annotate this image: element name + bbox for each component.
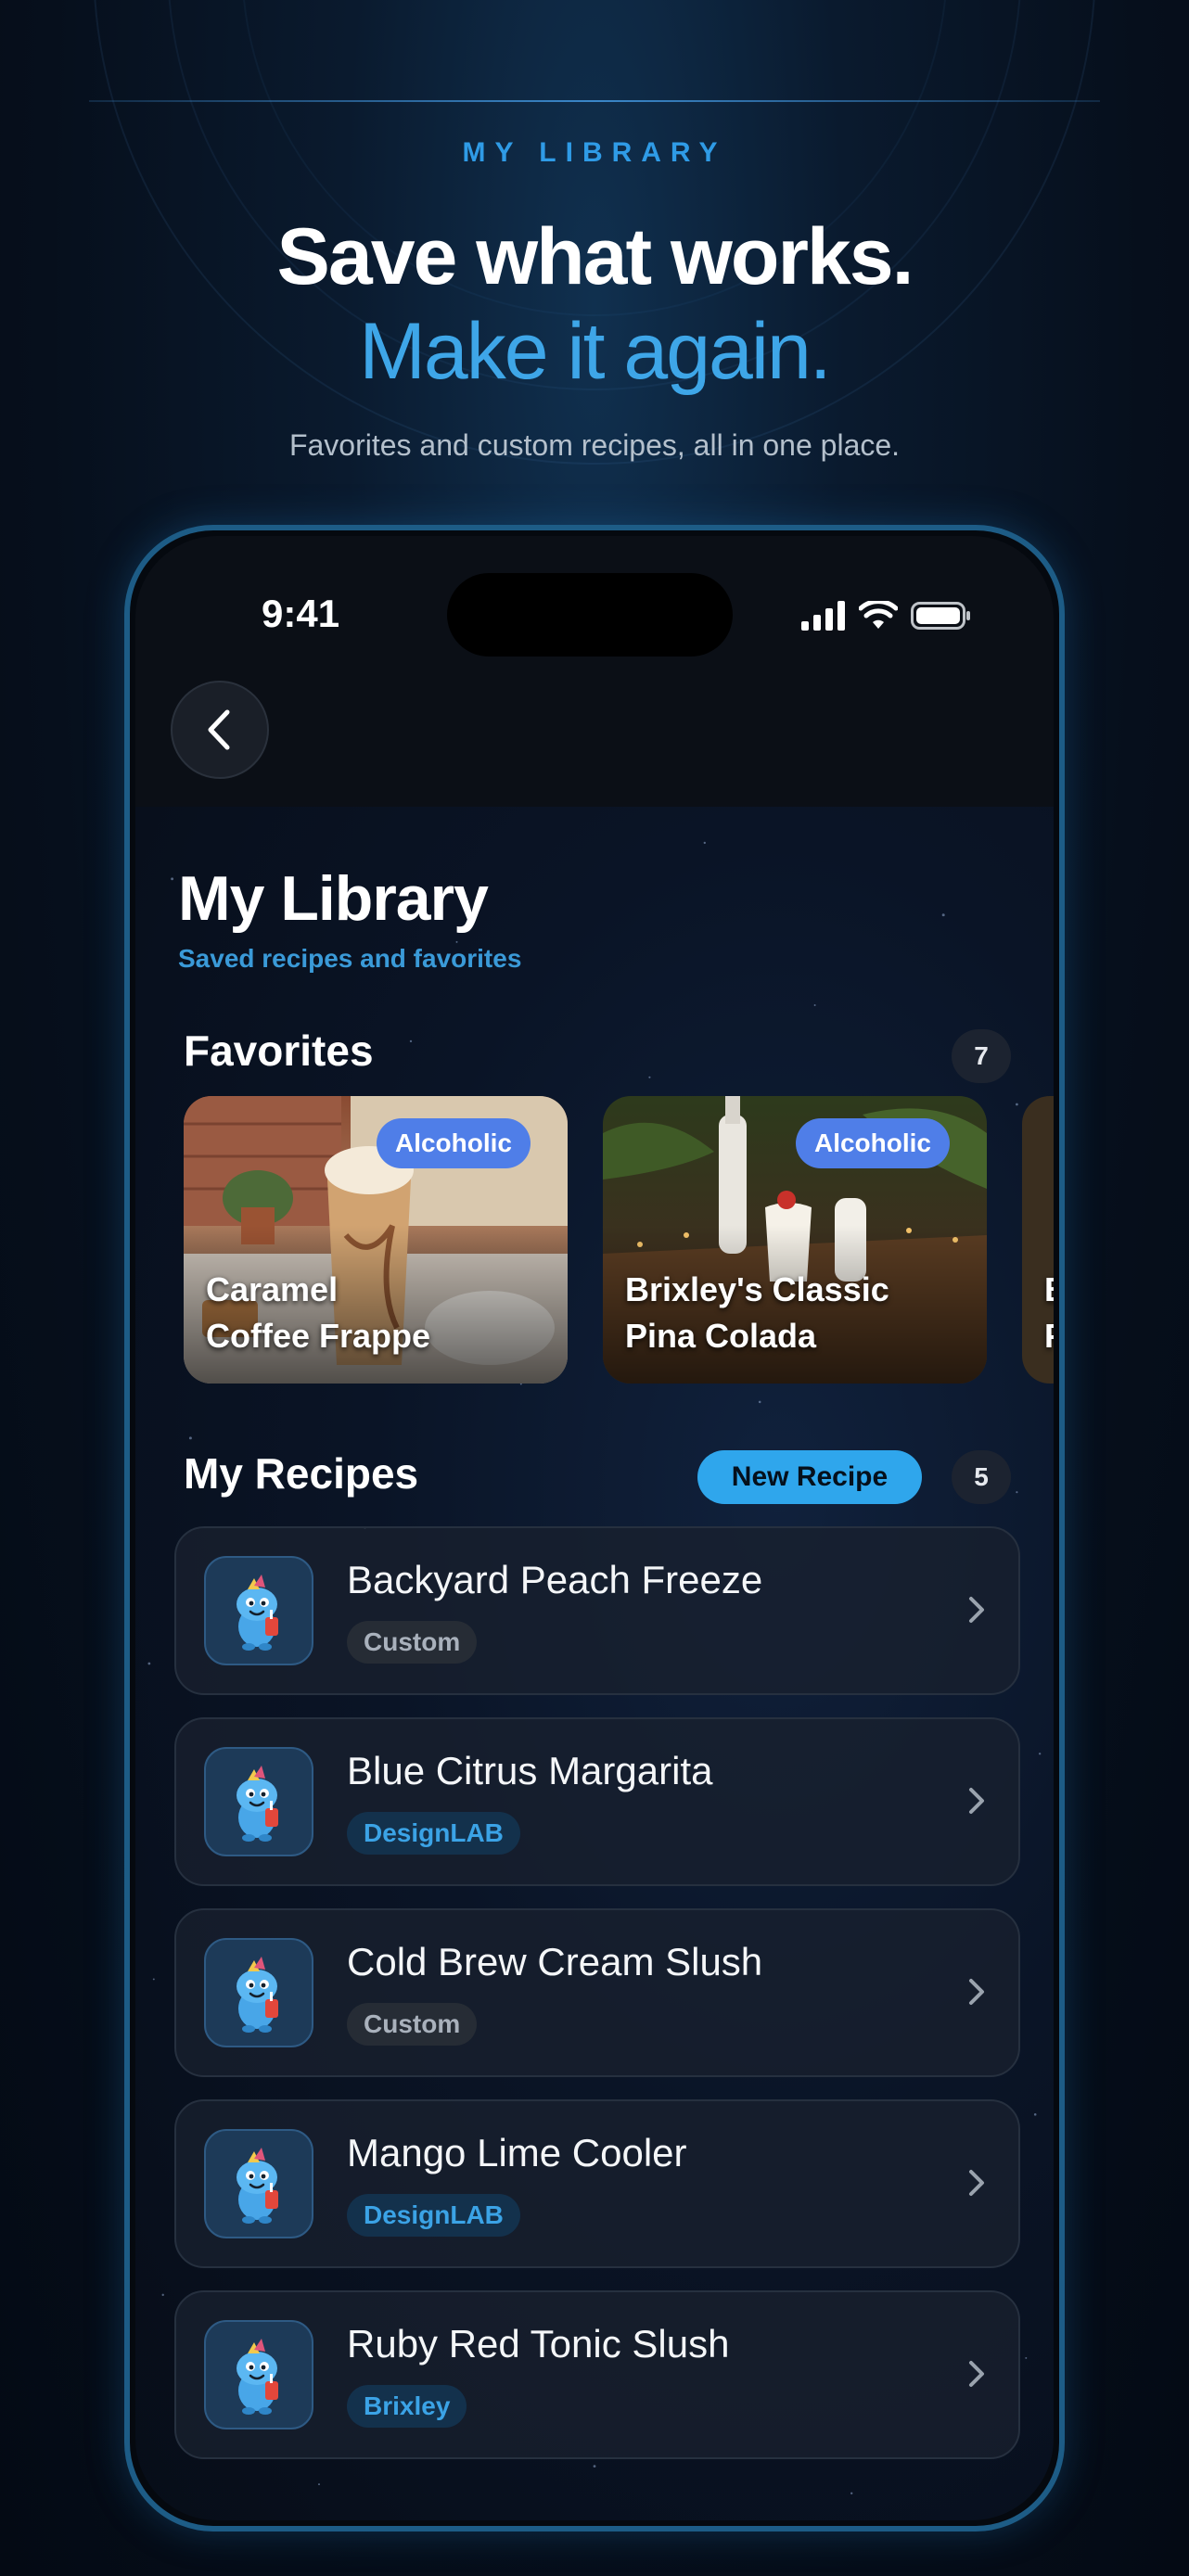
- recipe-name: Backyard Peach Freeze: [347, 1558, 763, 1601]
- mascot-icon: [204, 2129, 313, 2238]
- status-time: 9:41: [262, 592, 340, 635]
- status-icons: [801, 597, 972, 634]
- phone-screen: 9:41 My Library Saved recipes and favori…: [135, 536, 1054, 2520]
- recipe-row[interactable]: Blue Citrus Margarita DesignLAB: [174, 1717, 1020, 1886]
- recipe-source-tag: DesignLAB: [347, 1812, 520, 1855]
- nav-bar: 9:41: [135, 536, 1054, 807]
- dynamic-island: [447, 573, 733, 657]
- my-recipes-heading: My Recipes: [184, 1449, 419, 1498]
- favorite-name-peek: B P: [1044, 1267, 1054, 1359]
- recipe-name: Mango Lime Cooler: [347, 2131, 687, 2174]
- promo-headline: Save what works.: [276, 212, 914, 301]
- favorite-card[interactable]: Alcoholic Brixley's Classic Pina Colada: [603, 1096, 987, 1384]
- chevron-right-icon: [969, 1788, 984, 1814]
- promo-eyebrow: MY LIBRARY: [462, 137, 727, 168]
- back-button[interactable]: [171, 681, 269, 779]
- library-content[interactable]: My Library Saved recipes and favorites F…: [135, 807, 1054, 2520]
- recipe-name: Ruby Red Tonic Slush: [347, 2322, 730, 2366]
- mascot-icon: [204, 1556, 313, 1665]
- recipe-source-tag: Brixley: [347, 2385, 467, 2428]
- recipe-name: Blue Citrus Margarita: [347, 1749, 713, 1792]
- favorites-count-badge: 7: [952, 1029, 1011, 1083]
- favorite-name-text: Caramel Coffee Frappe: [206, 1270, 431, 1355]
- favorite-name-text: Brixley's Classic Pina Colada: [625, 1270, 889, 1355]
- mascot-icon: [204, 1747, 313, 1856]
- recipe-source-tag: DesignLAB: [347, 2194, 520, 2237]
- phone-frame: 9:41 My Library Saved recipes and favori…: [124, 525, 1065, 2531]
- alcoholic-tag: Alcoholic: [795, 1118, 950, 1168]
- header-divider: [89, 100, 1100, 102]
- chevron-right-icon: [969, 2170, 984, 2196]
- promo-subtitle: Favorites and custom recipes, all in one…: [288, 428, 901, 462]
- favorites-heading: Favorites: [184, 1027, 374, 1075]
- alcoholic-tag: Alcoholic: [376, 1118, 531, 1168]
- recipe-name: Cold Brew Cream Slush: [347, 1940, 763, 1983]
- recipe-row[interactable]: Backyard Peach Freeze Custom: [174, 1526, 1020, 1695]
- recipe-source-tag: Custom: [347, 2003, 478, 2046]
- chevron-right-icon: [969, 2361, 984, 2387]
- promo-headline-accent: Make it again.: [359, 307, 831, 396]
- favorite-name: Brixley's Classic Pina Colada: [625, 1267, 959, 1359]
- chevron-right-icon: [969, 1979, 984, 2005]
- my-recipes-count-badge: 5: [952, 1450, 1011, 1504]
- favorite-card-peek[interactable]: B P: [1022, 1096, 1054, 1384]
- favorite-name: Caramel Coffee Frappe: [206, 1267, 540, 1359]
- favorite-name-peek-text: B P: [1044, 1270, 1054, 1355]
- back-chevron-icon: [208, 709, 230, 750]
- chevron-right-icon: [969, 1597, 984, 1623]
- new-recipe-button[interactable]: New Recipe: [697, 1450, 922, 1504]
- page-subtitle: Saved recipes and favorites: [178, 944, 522, 973]
- recipe-row[interactable]: Ruby Red Tonic Slush Brixley: [174, 2290, 1020, 2459]
- wifi-icon: [859, 601, 898, 629]
- recipe-row[interactable]: Mango Lime Cooler DesignLAB: [174, 2099, 1020, 2268]
- signal-icon: [801, 601, 845, 631]
- battery-icon: [911, 602, 970, 630]
- recipe-source-tag: Custom: [347, 1621, 478, 1664]
- page-title: My Library: [178, 863, 489, 934]
- mascot-icon: [204, 2320, 313, 2429]
- recipe-row[interactable]: Cold Brew Cream Slush Custom: [174, 1908, 1020, 2077]
- mascot-icon: [204, 1938, 313, 2047]
- favorites-carousel[interactable]: Alcoholic Caramel Coffee Frappe Alcoholi…: [184, 1096, 1054, 1384]
- favorite-card[interactable]: Alcoholic Caramel Coffee Frappe: [184, 1096, 568, 1384]
